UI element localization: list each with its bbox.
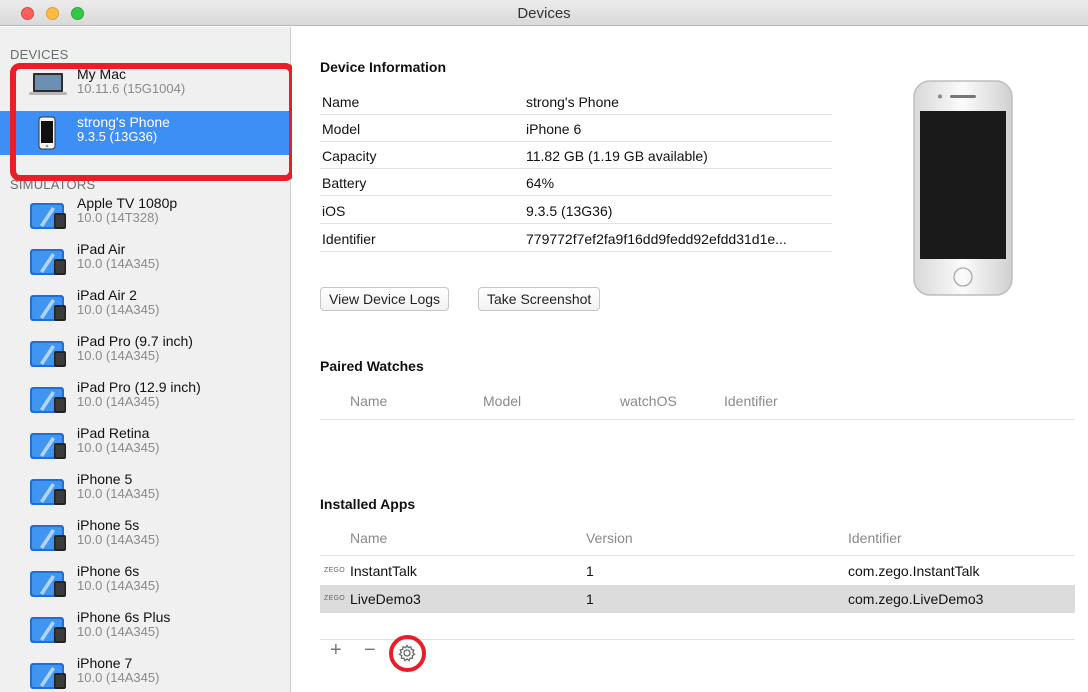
app-name: LiveDemo3	[350, 591, 421, 607]
info-row-capacity: Capacity 11.82 GB (1.19 GB available)	[320, 143, 832, 169]
simulator-name: iPhone 6s	[77, 563, 140, 579]
xcode-simulator-icon	[30, 525, 66, 551]
info-row-name: Name strong's Phone	[320, 89, 832, 115]
devices-header: DEVICES	[10, 47, 69, 62]
info-value: iPhone 6	[526, 121, 582, 137]
simulator-name: iPad Air	[77, 241, 126, 257]
simulator-item[interactable]: iPhone 7 10.0 (14A345)	[0, 651, 290, 692]
info-value: strong's Phone	[526, 94, 619, 110]
info-key: Name	[322, 94, 360, 110]
apps-column-version[interactable]: Version	[586, 530, 633, 546]
simulator-name: iPhone 5s	[77, 517, 140, 533]
annotation-highlight-box	[10, 63, 295, 181]
app-identifier: com.zego.LiveDemo3	[848, 591, 984, 607]
info-value: 64%	[526, 175, 555, 191]
xcode-simulator-icon	[30, 433, 66, 459]
info-value: 9.3.5 (13G36)	[526, 203, 613, 219]
simulator-name: iPhone 7	[77, 655, 133, 671]
simulator-item[interactable]: Apple TV 1080p 10.0 (14T328)	[0, 191, 290, 235]
simulator-version: 10.0 (14A345)	[77, 624, 160, 639]
remove-app-button[interactable]: −	[364, 639, 376, 662]
app-version: 1	[586, 563, 594, 579]
simulator-item[interactable]: iPad Air 2 10.0 (14A345)	[0, 283, 290, 327]
simulator-item[interactable]: iPhone 6s Plus 10.0 (14A345)	[0, 605, 290, 649]
simulator-name: Apple TV 1080p	[77, 195, 178, 211]
xcode-simulator-icon	[30, 249, 66, 275]
table-row[interactable]: ZEGO InstantTalk 1 com.zego.InstantTalk	[320, 557, 1075, 585]
xcode-simulator-icon	[30, 571, 66, 597]
simulator-version: 10.0 (14A345)	[77, 486, 160, 501]
simulator-name: iPhone 5	[77, 471, 133, 487]
simulator-name: iPad Pro (12.9 inch)	[77, 379, 201, 395]
device-information-heading: Device Information	[320, 59, 447, 75]
simulator-version: 10.0 (14A345)	[77, 256, 160, 271]
annotation-highlight-circle	[389, 635, 426, 672]
xcode-simulator-icon	[30, 341, 66, 367]
device-detail-panel: Device Information Name strong's Phone M…	[292, 27, 1088, 692]
simulator-version: 10.0 (14T328)	[77, 210, 159, 225]
simulator-version: 10.0 (14A345)	[77, 348, 160, 363]
info-key: Identifier	[322, 231, 376, 247]
xcode-simulator-icon	[30, 387, 66, 413]
simulator-item[interactable]: iPhone 5 10.0 (14A345)	[0, 467, 290, 511]
info-row-ios: iOS 9.3.5 (13G36)	[320, 198, 832, 224]
app-version: 1	[586, 591, 594, 607]
info-key: iOS	[322, 203, 346, 219]
info-key: Capacity	[322, 148, 377, 164]
window-title: Devices	[517, 5, 571, 22]
watches-column-name[interactable]: Name	[350, 393, 387, 409]
simulator-version: 10.0 (14A345)	[77, 532, 160, 547]
watches-column-identifier[interactable]: Identifier	[724, 393, 778, 409]
app-name: InstantTalk	[350, 563, 417, 579]
simulator-version: 10.0 (14A345)	[77, 302, 160, 317]
table-row[interactable]: ZEGO LiveDemo3 1 com.zego.LiveDemo3	[320, 585, 1075, 613]
app-identifier: com.zego.InstantTalk	[848, 563, 980, 579]
iphone-device-image	[913, 80, 1013, 296]
apps-column-name[interactable]: Name	[350, 530, 387, 546]
simulator-name: iPhone 6s Plus	[77, 609, 171, 625]
simulator-item[interactable]: iPad Pro (12.9 inch) 10.0 (14A345)	[0, 375, 290, 419]
simulator-name: iPad Pro (9.7 inch)	[77, 333, 193, 349]
xcode-simulator-icon	[30, 617, 66, 643]
take-screenshot-button[interactable]: Take Screenshot	[478, 287, 601, 311]
simulator-item[interactable]: iPad Retina 10.0 (14A345)	[0, 421, 290, 465]
info-value[interactable]: 779772f7ef2fa9f16dd9fedd92efdd31d1e...	[526, 231, 787, 247]
info-row-identifier: Identifier 779772f7ef2fa9f16dd9fedd92efd…	[320, 226, 832, 252]
simulator-version: 10.0 (14A345)	[77, 670, 160, 685]
xcode-simulator-icon	[30, 663, 66, 689]
add-app-button[interactable]: +	[330, 639, 342, 662]
simulator-item[interactable]: iPhone 6s 10.0 (14A345)	[0, 559, 290, 603]
info-row-model: Model iPhone 6	[320, 116, 832, 142]
watches-header-divider	[320, 419, 1075, 420]
zego-app-icon: ZEGO	[324, 567, 346, 574]
simulator-version: 10.0 (14A345)	[77, 440, 160, 455]
zego-app-icon: ZEGO	[324, 595, 346, 602]
info-row-battery: Battery 64%	[320, 170, 832, 196]
paired-watches-heading: Paired Watches	[320, 358, 424, 374]
xcode-simulator-icon	[30, 203, 66, 229]
simulator-version: 10.0 (14A345)	[77, 578, 160, 593]
view-device-logs-button[interactable]: View Device Logs	[320, 287, 450, 311]
info-key: Model	[322, 121, 361, 137]
apps-footer-divider	[320, 639, 1075, 640]
info-key: Battery	[322, 175, 367, 191]
watches-column-watchos[interactable]: watchOS	[620, 393, 677, 409]
apps-column-identifier[interactable]: Identifier	[848, 530, 902, 546]
simulator-version: 10.0 (14A345)	[77, 394, 160, 409]
watches-column-model[interactable]: Model	[483, 393, 521, 409]
simulator-name: iPad Air 2	[77, 287, 137, 303]
installed-apps-heading: Installed Apps	[320, 496, 416, 512]
xcode-simulator-icon	[30, 295, 66, 321]
info-value: 11.82 GB (1.19 GB available)	[526, 148, 708, 164]
xcode-simulator-icon	[30, 479, 66, 505]
apps-header-divider	[320, 555, 1075, 556]
simulator-item[interactable]: iPad Pro (9.7 inch) 10.0 (14A345)	[0, 329, 290, 373]
title-bar: Devices	[0, 0, 1088, 26]
simulator-name: iPad Retina	[77, 425, 150, 441]
simulator-item[interactable]: iPhone 5s 10.0 (14A345)	[0, 513, 290, 557]
simulator-item[interactable]: iPad Air 10.0 (14A345)	[0, 237, 290, 281]
